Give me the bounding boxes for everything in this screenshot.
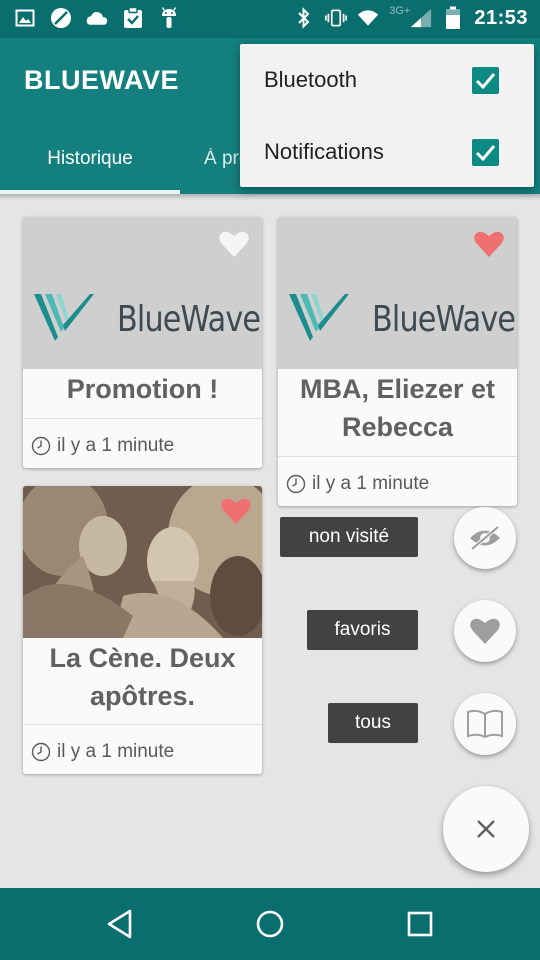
favorite-toggle[interactable]	[220, 496, 252, 526]
card-time-label: il y a 1 minute	[312, 473, 430, 494]
card-image: BlueWave	[23, 217, 262, 369]
recents-button[interactable]	[400, 904, 440, 944]
blocked-icon	[50, 7, 72, 29]
system-nav-bar	[0, 888, 540, 960]
card-divider	[23, 418, 262, 419]
bluewave-logo-text: BlueWave	[117, 299, 261, 340]
android-icon	[158, 7, 180, 29]
favorite-toggle[interactable]	[218, 229, 250, 259]
settings-popup-menu: Bluetooth Notifications	[240, 44, 534, 187]
image-icon	[14, 7, 36, 29]
heart-icon	[470, 618, 500, 644]
notifications-checkbox[interactable]	[472, 139, 499, 166]
card-image-sculpture	[23, 486, 262, 638]
close-fab-button[interactable]	[443, 786, 529, 872]
home-button[interactable]	[250, 904, 290, 944]
card-la-cene[interactable]: La Cène. Deux apôtres. il y a 1 minute	[23, 486, 262, 774]
favorite-toggle[interactable]	[473, 229, 505, 259]
card-timestamp: il y a 1 minute	[286, 473, 429, 495]
clock-icon	[286, 474, 306, 494]
heart-filled-icon	[221, 498, 251, 524]
wifi-icon	[357, 6, 379, 30]
filter-tous-button[interactable]	[454, 693, 516, 755]
card-promotion[interactable]: BlueWave Promotion ! il y a 1 minute	[23, 217, 262, 468]
status-notification-icons	[14, 7, 180, 29]
bluewave-logo: BlueWave	[33, 291, 261, 345]
card-timestamp: il y a 1 minute	[31, 435, 174, 457]
clipboard-check-icon	[122, 7, 144, 29]
clock-icon	[31, 742, 51, 762]
card-image: BlueWave	[278, 217, 517, 369]
bluetooth-checkbox[interactable]	[472, 67, 499, 94]
card-divider	[278, 456, 517, 457]
status-time: 21:53	[474, 6, 528, 29]
card-time-label: il y a 1 minute	[57, 435, 175, 456]
app-bar-shadow	[0, 194, 540, 200]
home-icon	[256, 910, 284, 938]
eye-off-icon	[470, 525, 500, 551]
checkmark-icon	[475, 145, 496, 161]
back-button[interactable]	[100, 904, 140, 944]
card-time-label: il y a 1 minute	[57, 741, 175, 762]
card-title: Promotion !	[66, 374, 219, 404]
close-icon	[477, 820, 495, 838]
menu-item-notifications[interactable]: Notifications	[240, 116, 534, 188]
cloud-icon	[86, 7, 108, 29]
card-timestamp: il y a 1 minute	[31, 741, 174, 763]
book-icon	[467, 709, 503, 739]
filter-non-visite-button[interactable]	[454, 507, 516, 569]
bluewave-logo: BlueWave	[288, 291, 516, 345]
tab-historique[interactable]: Historique	[0, 128, 180, 190]
card-divider	[23, 724, 262, 725]
heart-filled-icon	[474, 231, 504, 257]
app-title: BLUEWAVE	[24, 65, 180, 95]
status-system-icons: 3G+ 21:53	[293, 5, 528, 30]
clock-icon	[31, 436, 51, 456]
network-type-label: 3G+	[389, 5, 411, 17]
signal-icon	[410, 6, 432, 30]
checkmark-icon	[475, 73, 496, 89]
filter-label-tous[interactable]: tous	[328, 703, 418, 743]
recents-icon	[407, 911, 433, 937]
menu-item-label: Bluetooth	[264, 67, 357, 92]
heart-outline-icon	[219, 231, 249, 257]
vibrate-icon	[325, 6, 348, 30]
battery-icon	[442, 6, 464, 30]
bluewave-logo-text: BlueWave	[372, 299, 516, 340]
menu-item-label: Notifications	[264, 139, 384, 164]
card-title: La Cène. Deux apôtres.	[49, 643, 236, 711]
status-bar: 3G+ 21:53	[0, 0, 540, 38]
filter-label-non-visite[interactable]: non visité	[280, 517, 418, 557]
filter-label-favoris[interactable]: favoris	[307, 610, 418, 650]
card-mba-eliezer-rebecca[interactable]: BlueWave MBA, Eliezer et Rebecca il y a …	[278, 217, 517, 506]
menu-item-bluetooth[interactable]: Bluetooth	[240, 44, 534, 116]
bluetooth-icon	[293, 6, 315, 30]
back-icon	[107, 909, 132, 939]
filter-favoris-button[interactable]	[454, 600, 516, 662]
card-title: MBA, Eliezer et Rebecca	[299, 374, 496, 442]
